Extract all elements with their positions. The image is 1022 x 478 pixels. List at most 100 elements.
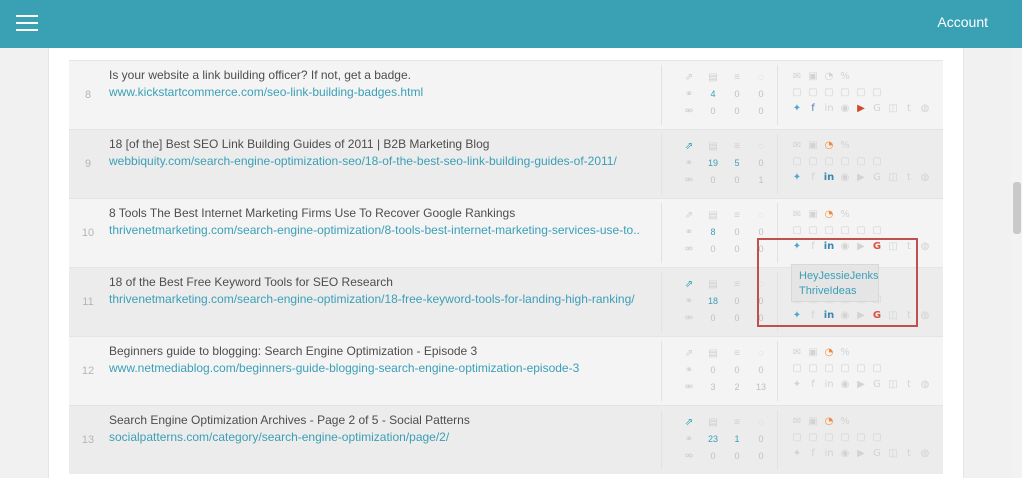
tumblr-icon[interactable]: t bbox=[901, 170, 917, 186]
linkedin-icon[interactable]: in bbox=[821, 377, 837, 393]
pinterest-icon[interactable]: ◉ bbox=[837, 308, 853, 324]
external-link-icon[interactable]: ⇗ bbox=[677, 138, 701, 155]
linkedin-icon[interactable]: in bbox=[821, 308, 837, 324]
row-url-link[interactable]: www.kickstartcommerce.com/seo-link-build… bbox=[109, 85, 641, 99]
row-number: 10 bbox=[81, 227, 95, 239]
row-url-link[interactable]: www.netmediablog.com/beginners-guide-blo… bbox=[109, 361, 641, 375]
facebook-icon[interactable]: f bbox=[805, 239, 821, 255]
external-link-icon[interactable]: ⇗ bbox=[677, 69, 701, 86]
github-icon[interactable]: ◍ bbox=[917, 377, 933, 393]
metric-value: 0 bbox=[758, 296, 764, 306]
scrollbar-track[interactable] bbox=[1012, 48, 1022, 478]
youtube-icon[interactable]: ▶ bbox=[853, 308, 869, 324]
github-icon[interactable]: ◍ bbox=[917, 101, 933, 117]
github-icon[interactable]: ◍ bbox=[917, 170, 933, 186]
twitter-icon[interactable]: ✦ bbox=[789, 170, 805, 186]
account-link[interactable]: Account bbox=[937, 14, 988, 30]
external-link-icon[interactable]: ⇗ bbox=[677, 276, 701, 293]
table-row: 9 18 [of the] Best SEO Link Building Gui… bbox=[69, 129, 943, 198]
google-icon[interactable]: G bbox=[869, 239, 885, 255]
youtube-icon[interactable]: ▶ bbox=[853, 446, 869, 462]
twitter-icon[interactable]: ✦ bbox=[789, 239, 805, 255]
scrollbar-thumb[interactable] bbox=[1013, 182, 1021, 234]
github-icon[interactable]: ◍ bbox=[917, 239, 933, 255]
github-icon[interactable]: ◍ bbox=[917, 308, 933, 324]
linkedin-icon[interactable]: in bbox=[821, 170, 837, 186]
tooltip-account-link[interactable]: ThriveIdeas bbox=[799, 284, 878, 299]
linkedin-icon[interactable]: in bbox=[821, 446, 837, 462]
page-icon: ▣ bbox=[808, 71, 818, 82]
comment-icon: ◌ bbox=[758, 210, 764, 221]
email-icon: ✉ bbox=[792, 209, 802, 220]
instagram-icon[interactable]: ◫ bbox=[885, 101, 901, 117]
link-icon: ⚭ bbox=[684, 296, 694, 307]
metric-value: 2 bbox=[734, 382, 740, 392]
linkedin-icon[interactable]: in bbox=[821, 239, 837, 255]
metric-value: 0 bbox=[758, 313, 764, 323]
metric-value: 0 bbox=[734, 365, 740, 375]
doc-icon: ▢ bbox=[824, 225, 834, 236]
google-icon[interactable]: G bbox=[869, 308, 885, 324]
external-link-icon[interactable]: ⇗ bbox=[677, 414, 701, 431]
twitter-icon[interactable]: ✦ bbox=[789, 377, 805, 393]
pinterest-icon[interactable]: ◉ bbox=[837, 239, 853, 255]
metric-value: 0 bbox=[734, 106, 740, 116]
google-icon[interactable]: G bbox=[869, 446, 885, 462]
comment-icon: ◌ bbox=[758, 72, 764, 83]
metric-value: 4 bbox=[710, 89, 716, 99]
github-icon[interactable]: ◍ bbox=[917, 446, 933, 462]
google-icon[interactable]: G bbox=[869, 377, 885, 393]
top-bar: Account bbox=[0, 0, 1022, 48]
tumblr-icon[interactable]: t bbox=[901, 239, 917, 255]
pinterest-icon[interactable]: ◉ bbox=[837, 170, 853, 186]
doc-icon: ▢ bbox=[824, 156, 834, 167]
instagram-icon[interactable]: ◫ bbox=[885, 377, 901, 393]
facebook-icon[interactable]: f bbox=[805, 101, 821, 117]
instagram-icon[interactable]: ◫ bbox=[885, 239, 901, 255]
youtube-icon[interactable]: ▶ bbox=[853, 377, 869, 393]
row-url-link[interactable]: thrivenetmarketing.com/search-engine-opt… bbox=[109, 223, 641, 237]
tumblr-icon[interactable]: t bbox=[901, 308, 917, 324]
tooltip-account-link[interactable]: HeyJessieJenks bbox=[799, 269, 878, 284]
doc-icon: ▢ bbox=[872, 225, 882, 236]
column-divider bbox=[661, 134, 662, 194]
external-link-icon[interactable]: ⇗ bbox=[677, 207, 701, 224]
row-url-link[interactable]: webbiquity.com/search-engine-optimizatio… bbox=[109, 154, 641, 168]
instagram-icon[interactable]: ◫ bbox=[885, 308, 901, 324]
pinterest-icon[interactable]: ◉ bbox=[837, 101, 853, 117]
pinterest-icon[interactable]: ◉ bbox=[837, 446, 853, 462]
doc-icon: ▢ bbox=[856, 363, 866, 374]
facebook-icon[interactable]: f bbox=[805, 377, 821, 393]
social-grid: ✉ ▣ ◔ % ▢ ▢ ▢ ▢ ▢ ▢ ✦ f in ◉ ▶ G ◫ t ◍ bbox=[789, 138, 939, 186]
youtube-icon[interactable]: ▶ bbox=[853, 170, 869, 186]
instagram-icon[interactable]: ◫ bbox=[885, 170, 901, 186]
row-url-link[interactable]: thrivenetmarketing.com/search-engine-opt… bbox=[109, 292, 641, 306]
list-icon: ≡ bbox=[734, 279, 740, 290]
facebook-icon[interactable]: f bbox=[805, 170, 821, 186]
metrics-grid: ⇗ ▤ ≡ ◌ ⚭ 23 1 0 ⚮ 0 0 0 bbox=[677, 414, 769, 465]
column-divider bbox=[661, 272, 662, 332]
metric-value: 13 bbox=[755, 382, 766, 392]
facebook-icon[interactable]: f bbox=[805, 446, 821, 462]
youtube-icon[interactable]: ▶ bbox=[853, 239, 869, 255]
tumblr-icon[interactable]: t bbox=[901, 377, 917, 393]
metric-value: 0 bbox=[710, 244, 716, 254]
google-icon[interactable]: G bbox=[869, 170, 885, 186]
tumblr-icon[interactable]: t bbox=[901, 101, 917, 117]
external-link-icon[interactable]: ⇗ bbox=[677, 345, 701, 362]
youtube-icon[interactable]: ▶ bbox=[853, 101, 869, 117]
facebook-icon[interactable]: f bbox=[805, 308, 821, 324]
twitter-icon[interactable]: ✦ bbox=[789, 101, 805, 117]
linkedin-icon[interactable]: in bbox=[821, 101, 837, 117]
google-icon[interactable]: G bbox=[869, 101, 885, 117]
row-url-link[interactable]: socialpatterns.com/category/search-engin… bbox=[109, 430, 641, 444]
doc-icon: ▢ bbox=[792, 432, 802, 443]
twitter-icon[interactable]: ✦ bbox=[789, 446, 805, 462]
tumblr-icon[interactable]: t bbox=[901, 446, 917, 462]
twitter-icon[interactable]: ✦ bbox=[789, 308, 805, 324]
instagram-icon[interactable]: ◫ bbox=[885, 446, 901, 462]
hamburger-menu-icon[interactable] bbox=[16, 15, 38, 33]
pinterest-icon[interactable]: ◉ bbox=[837, 377, 853, 393]
doc-icon: ▢ bbox=[872, 87, 882, 98]
metric-value: 0 bbox=[734, 313, 740, 323]
